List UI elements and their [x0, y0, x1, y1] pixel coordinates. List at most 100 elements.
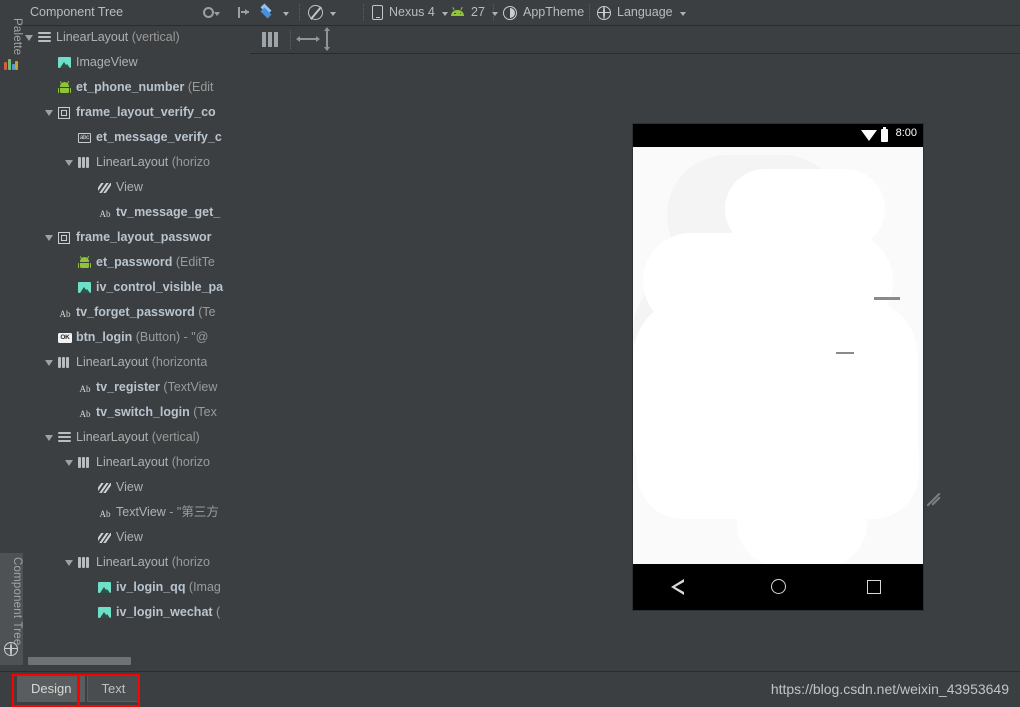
tree-row-id: LinearLayout	[96, 455, 169, 469]
theme-dropdown[interactable]: AppTheme	[503, 0, 584, 25]
tree-row[interactable]: frame_layout_verify_co	[23, 100, 250, 125]
language-dropdown[interactable]: Language	[597, 0, 686, 25]
status-time: 8:00	[895, 127, 917, 139]
theme-icon	[503, 5, 517, 20]
chevron-down-icon[interactable]	[491, 11, 498, 16]
tree-row[interactable]: Ab tv_register (TextView	[23, 375, 250, 400]
tree-row[interactable]: View	[23, 525, 250, 550]
tree-row-label: frame_layout_verify_co	[76, 100, 216, 125]
tree-row-type: (Tex	[189, 405, 217, 419]
sidebar-tab-palette[interactable]: Palette	[0, 14, 23, 84]
tree-row[interactable]: View	[23, 475, 250, 500]
tree-row-id: View	[116, 180, 143, 194]
tree-row[interactable]: LinearLayout (vertical)	[23, 25, 250, 50]
tree-row-label: iv_login_qq (Imag	[116, 575, 221, 600]
ab-textview-icon: Ab	[79, 409, 91, 419]
device-dropdown-label: Nexus 4	[389, 5, 435, 19]
device-preview[interactable]: 8:00	[633, 124, 923, 610]
tree-row[interactable]: LinearLayout (horizo	[23, 550, 250, 575]
tree-row[interactable]: LinearLayout (vertical)	[23, 425, 250, 450]
tree-row-label: et_phone_number (Edit	[76, 75, 214, 100]
tree-row-id: btn_login	[76, 330, 133, 344]
editor-toolbar: Nexus 4 27 AppTheme Language	[250, 0, 1020, 26]
layers-dropdown[interactable]	[259, 0, 289, 25]
tree-twisty-icon[interactable]	[45, 110, 53, 116]
linearlayout-vertical-icon	[37, 30, 52, 45]
tree-row[interactable]: et_password (EditTe	[23, 250, 250, 275]
component-tree-panel: Component Tree LinearLayout (vertical) Im…	[23, 0, 251, 672]
tree-row[interactable]: frame_layout_passwor	[23, 225, 250, 250]
tree-twisty-icon[interactable]	[45, 235, 53, 241]
view-icon	[97, 530, 112, 545]
columns-icon[interactable]	[262, 32, 279, 47]
device-status-bar: 8:00	[633, 124, 923, 147]
chevron-down-icon[interactable]	[283, 11, 289, 16]
battery-icon	[881, 127, 888, 142]
imageview-icon	[57, 55, 72, 70]
tree-twisty-icon[interactable]	[65, 560, 73, 566]
linearlayout-horizontal-icon	[77, 455, 92, 470]
design-surface: Nexus 4 27 AppTheme Language 8:00	[250, 0, 1020, 672]
api-dropdown-label: 27	[471, 5, 485, 19]
tree-row[interactable]: iv_login_qq (Imag	[23, 575, 250, 600]
component-tree-hscrollbar[interactable]	[23, 650, 250, 672]
tree-row-id: tv_message_get_	[116, 205, 221, 219]
tree-row[interactable]: iv_control_visible_pa	[23, 275, 250, 300]
tree-row[interactable]: Ab TextView - "第三方	[23, 500, 250, 525]
tree-row[interactable]: Ab tv_forget_password (Te	[23, 300, 250, 325]
tree-row-label: btn_login (Button) - "@	[76, 325, 208, 350]
tree-row[interactable]: View	[23, 175, 250, 200]
orientation-dropdown[interactable]	[308, 0, 336, 25]
tree-row[interactable]: ImageView	[23, 50, 250, 75]
tree-row-id: LinearLayout	[56, 30, 129, 44]
tree-row[interactable]: Ab tv_switch_login (Tex	[23, 400, 250, 425]
tree-twisty-icon[interactable]	[65, 460, 73, 466]
component-tree-header: Component Tree	[23, 0, 250, 26]
api-dropdown[interactable]: 27	[450, 0, 498, 25]
tree-row[interactable]: abc et_message_verify_c	[23, 125, 250, 150]
preview-resize-handle[interactable]	[921, 486, 943, 508]
linearlayout-vertical-icon	[57, 430, 72, 445]
text-tab[interactable]: Text	[87, 675, 140, 702]
tree-row-type: (horizo	[168, 155, 210, 169]
sidebar-tab-palette-label: Palette	[11, 18, 23, 56]
horizontal-resize-icon[interactable]	[296, 35, 320, 42]
android-widget-icon	[77, 255, 92, 270]
toolbar-divider	[290, 30, 291, 49]
language-dropdown-label: Language	[617, 5, 673, 19]
tree-row[interactable]: Ab tv_message_get_	[23, 200, 250, 225]
tree-row-id: View	[116, 480, 143, 494]
tree-row[interactable]: iv_login_wechat (	[23, 600, 250, 625]
home-circle-icon[interactable]	[771, 579, 786, 594]
tree-twisty-icon[interactable]	[25, 35, 33, 41]
tree-row[interactable]: LinearLayout (horizo	[23, 150, 250, 175]
tree-twisty-icon[interactable]	[45, 435, 53, 441]
chevron-down-icon[interactable]	[330, 11, 336, 16]
tree-row-id: iv_control_visible_pa	[96, 280, 224, 294]
tree-row[interactable]: LinearLayout (horizo	[23, 450, 250, 475]
device-screen-content[interactable]	[633, 147, 923, 564]
tree-twisty-icon[interactable]	[45, 360, 53, 366]
tree-row-label: View	[116, 175, 143, 200]
preview-blob	[737, 477, 867, 564]
vertical-resize-icon[interactable]	[323, 27, 330, 51]
recents-square-icon[interactable]	[867, 580, 881, 594]
chevron-down-icon[interactable]	[441, 11, 448, 16]
back-icon-inner	[674, 581, 684, 592]
tree-row-type: (EditTe	[172, 255, 215, 269]
tree-twisty-icon[interactable]	[65, 160, 73, 166]
gear-icon[interactable]	[201, 4, 220, 21]
tree-row-label: et_message_verify_c	[96, 125, 222, 150]
tree-row[interactable]: et_phone_number (Edit	[23, 75, 250, 100]
tree-row-id: TextView	[116, 505, 166, 519]
tree-row[interactable]: OK btn_login (Button) - "@	[23, 325, 250, 350]
design-tab[interactable]: Design	[17, 675, 86, 702]
scrollbar-thumb[interactable]	[28, 657, 131, 665]
android-widget-icon	[57, 80, 72, 95]
framelayout-icon	[57, 105, 72, 120]
tree-row[interactable]: LinearLayout (horizonta	[23, 350, 250, 375]
chevron-down-icon[interactable]	[679, 11, 686, 16]
tree-row-label: tv_switch_login (Tex	[96, 400, 217, 425]
device-dropdown[interactable]: Nexus 4	[372, 0, 448, 25]
component-tree-list[interactable]: LinearLayout (vertical) ImageView et_phone…	[23, 25, 250, 650]
